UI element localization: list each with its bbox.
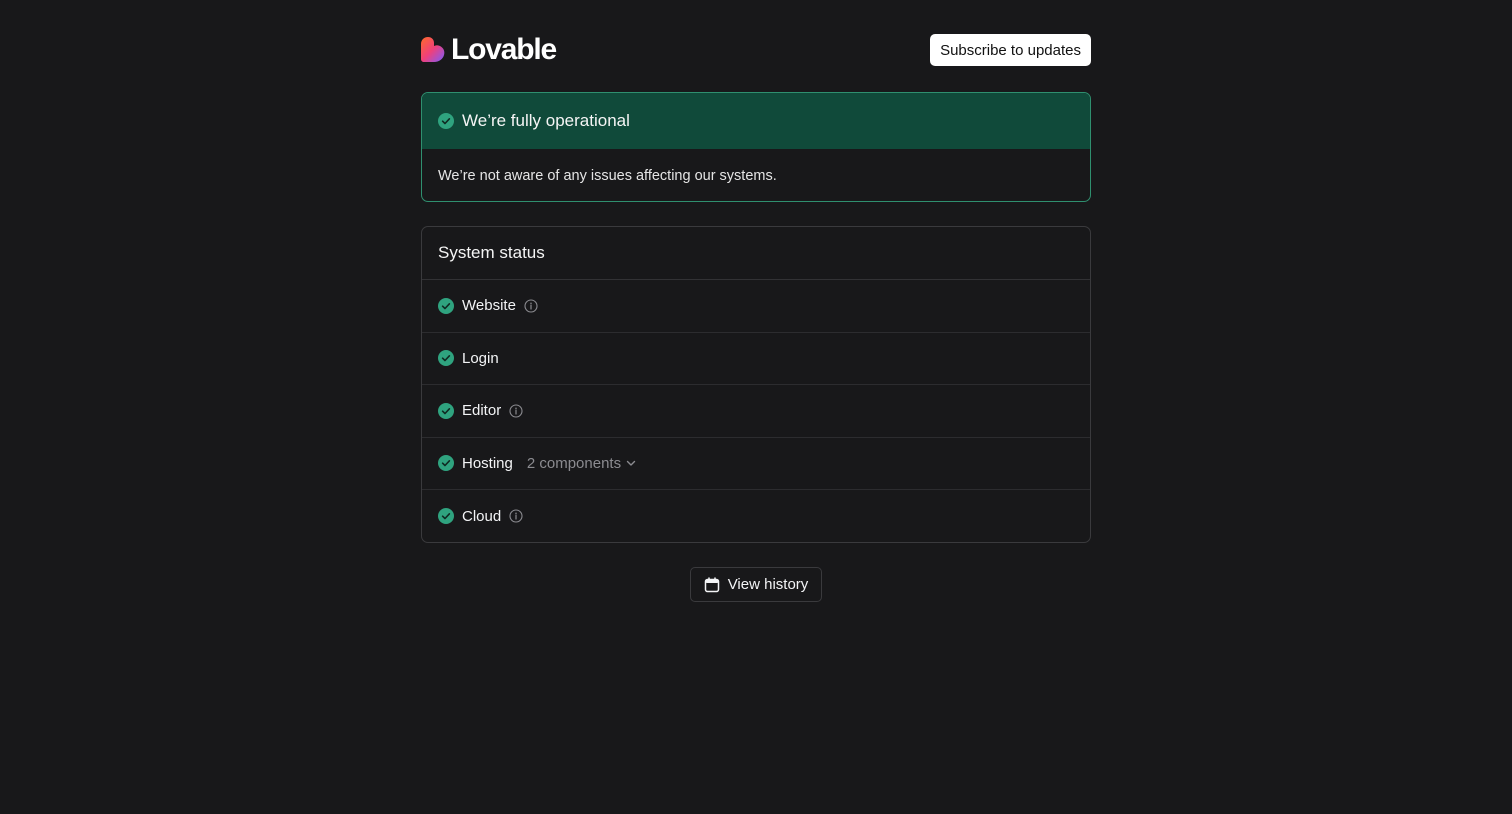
expand-components-toggle[interactable]: 2 components: [527, 455, 637, 472]
system-status-card: System status Website Login Editor Hosti…: [421, 226, 1091, 543]
component-label: Hosting: [462, 454, 513, 472]
system-status-title: System status: [422, 227, 1090, 280]
check-circle-icon: [438, 350, 454, 367]
status-page: Lovable Subscribe to updates We’re fully…: [421, 0, 1091, 602]
brand-logo[interactable]: Lovable: [421, 33, 557, 67]
operational-title: We’re fully operational: [462, 111, 630, 130]
component-row-hosting: Hosting 2 components: [422, 438, 1090, 490]
component-row-login: Login: [422, 333, 1090, 385]
calendar-icon: [704, 576, 719, 592]
check-circle-icon: [438, 297, 454, 314]
component-label: Cloud: [462, 507, 502, 525]
subscribe-button[interactable]: Subscribe to updates: [930, 34, 1091, 66]
check-circle-icon: [438, 455, 454, 472]
operational-message: We’re not aware of any issues affecting …: [438, 167, 777, 184]
check-circle-icon: [438, 402, 454, 419]
component-row-website: Website: [422, 280, 1090, 333]
view-history-button[interactable]: View history: [690, 567, 822, 602]
check-circle-icon: [438, 113, 454, 129]
info-icon[interactable]: [509, 404, 523, 418]
operational-banner-header: We’re fully operational: [422, 93, 1090, 149]
component-label: Website: [462, 297, 516, 315]
view-history-label: View history: [727, 576, 809, 593]
component-row-editor: Editor: [422, 385, 1090, 438]
heart-logo-icon: [421, 37, 445, 62]
components-count: 2 components: [526, 454, 622, 472]
component-label: Login: [462, 349, 499, 367]
chevron-down-icon: [626, 461, 636, 466]
info-icon[interactable]: [524, 299, 538, 313]
brand-name: Lovable: [451, 33, 557, 66]
check-circle-icon: [438, 508, 454, 525]
component-row-cloud: Cloud: [422, 490, 1090, 542]
operational-banner: We’re fully operational We’re not aware …: [421, 92, 1091, 202]
component-label: Editor: [462, 402, 502, 420]
page-header: Lovable Subscribe to updates: [421, 0, 1091, 92]
info-icon[interactable]: [509, 509, 523, 523]
